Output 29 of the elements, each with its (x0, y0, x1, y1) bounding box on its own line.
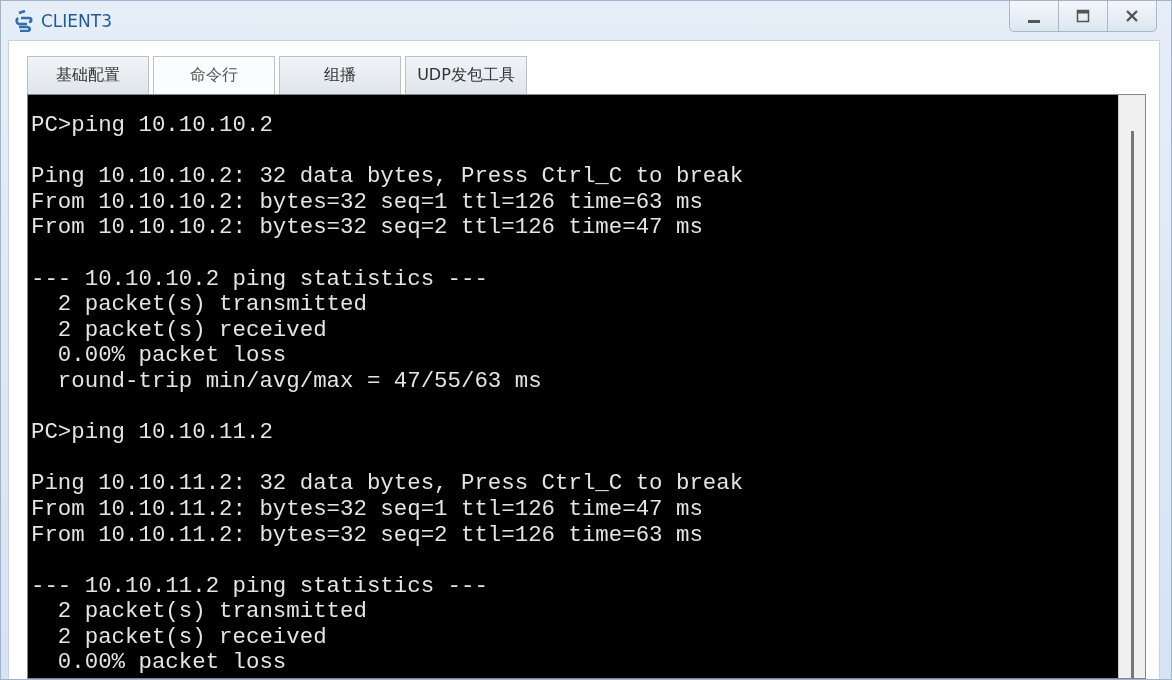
terminal-line: From 10.10.11.2: bytes=32 seq=1 ttl=126 time=47 ms (30, 496, 703, 523)
terminal-line: --- 10.10.10.2 ping statistics --- (30, 266, 488, 293)
terminal-line: 2 packet(s) received (56, 317, 327, 344)
tab[interactable]: 基础配置 (27, 56, 149, 94)
terminal-line: 2 packet(s) transmitted (56, 599, 367, 625)
terminal-line: PC>ping 10.10.11.2 (30, 420, 273, 446)
terminal-line: Ping 10.10.11.2: 32 data bytes, Press Ctrl_C to break (30, 471, 744, 497)
terminal-line: 2 packet(s) transmitted (56, 292, 367, 318)
terminal-line: --- 10.10.11.2 ping statistics --- (30, 573, 488, 600)
tab[interactable]: 组播 (279, 56, 401, 94)
terminal-line: PC>ping 10.10.10.2 (30, 113, 273, 139)
window-title: CLIENT3 (41, 10, 112, 31)
terminal-line: 2 packet(s) received (56, 624, 327, 651)
close-button[interactable] (1107, 1, 1157, 32)
terminal-line: 0.00% packet loss (56, 343, 287, 369)
terminal-line: From 10.10.10.2: bytes=32 seq=2 ttl=126 time=47 ms (30, 215, 703, 241)
tab[interactable]: 命令行 (153, 56, 275, 94)
terminal-line: From 10.10.10.2: bytes=32 seq=1 ttl=126 time=63 ms (30, 189, 703, 216)
maximize-button[interactable] (1058, 1, 1108, 32)
close-icon (1125, 9, 1139, 23)
tab[interactable]: UDP发包工具 (405, 56, 527, 94)
terminal-line: 0.00% packet loss (56, 650, 287, 677)
terminal-line: round-trip min/avg/max = 47/55/63 ms (56, 368, 542, 395)
terminal-line: From 10.10.11.2: bytes=32 seq=2 ttl=126 time=63 ms (30, 522, 703, 549)
scrollbar[interactable] (1118, 95, 1145, 678)
terminal-line: Ping 10.10.10.2: 32 data bytes, Press Ctrl_C to break (30, 164, 744, 190)
minimize-icon (1028, 19, 1040, 23)
maximize-icon (1076, 9, 1090, 23)
minimize-button[interactable] (1009, 1, 1059, 32)
